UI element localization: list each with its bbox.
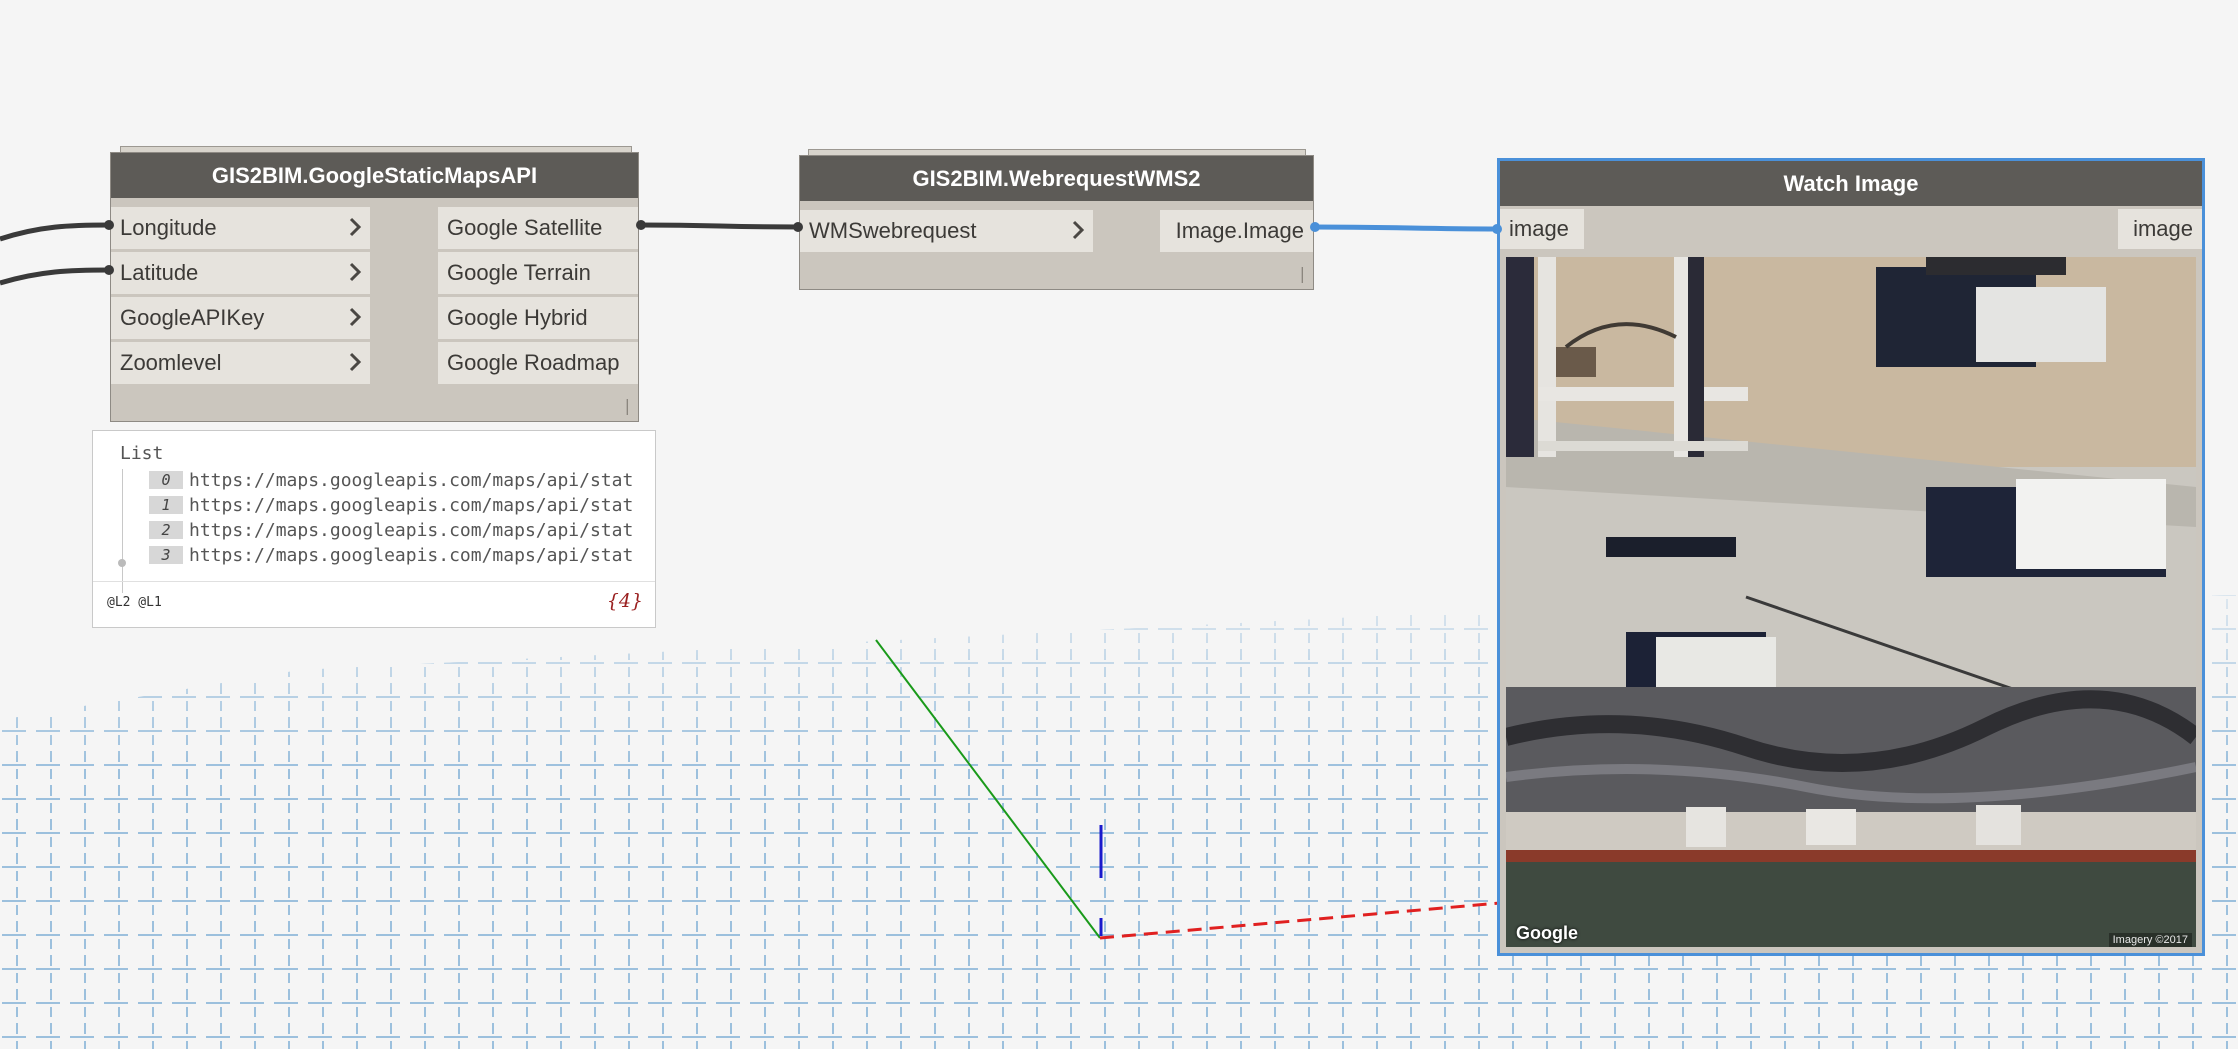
- port-label: Zoomlevel: [120, 350, 222, 375]
- port-dot-longitude: [104, 220, 114, 230]
- port-label: Image.Image: [1175, 218, 1304, 243]
- port-dot-image-out: [1310, 222, 1320, 232]
- output-port-image-image[interactable]: Image.Image: [1160, 210, 1313, 252]
- wire-latitude[interactable]: [0, 267, 111, 286]
- wire-satellite-to-wms[interactable]: [639, 222, 801, 230]
- node-state-indicator: |: [624, 396, 630, 415]
- input-port-image[interactable]: image: [1500, 209, 1584, 249]
- port-label: Google Roadmap: [447, 350, 620, 375]
- port-label: image: [1509, 216, 1569, 241]
- node-watch-image[interactable]: Watch Image image image Google Imagery ©…: [1497, 158, 2205, 956]
- node-state-indicator: |: [1299, 264, 1305, 283]
- input-port-googleapikey[interactable]: GoogleAPIKey: [111, 297, 370, 339]
- chevron-right-icon: [349, 307, 362, 327]
- port-label: GoogleAPIKey: [120, 305, 265, 330]
- list-value: https://maps.googleapis.com/maps/api/sta…: [189, 544, 634, 566]
- chevron-right-icon: [349, 217, 362, 237]
- list-tree-line: [122, 469, 123, 593]
- list-item: 3 https://maps.googleapis.com/maps/api/s…: [149, 543, 633, 567]
- input-port-latitude[interactable]: Latitude: [111, 252, 370, 294]
- list-index: 3: [149, 546, 183, 564]
- list-header: List: [120, 443, 164, 464]
- list-value: https://maps.googleapis.com/maps/api/sta…: [189, 469, 634, 491]
- list-index: 1: [149, 496, 183, 514]
- wire-longitude[interactable]: [0, 222, 111, 242]
- port-label: image: [2133, 216, 2193, 241]
- port-dot-satellite: [636, 220, 646, 230]
- port-label: Longitude: [120, 215, 217, 240]
- output-port-google-roadmap[interactable]: Google Roadmap: [438, 342, 638, 384]
- satellite-image: [1506, 257, 2196, 947]
- output-port-google-hybrid[interactable]: Google Hybrid: [438, 297, 638, 339]
- preview-divider: [93, 581, 655, 582]
- port-dot-watch-image: [1492, 224, 1502, 234]
- list-levels: @L2 @L1: [107, 595, 162, 610]
- node-webrequest-wms2[interactable]: GIS2BIM.WebrequestWMS2 WMSwebrequest Ima…: [799, 155, 1314, 290]
- chevron-right-icon: [1072, 220, 1085, 240]
- list-item: 2 https://maps.googleapis.com/maps/api/s…: [149, 518, 633, 542]
- list-index: 2: [149, 521, 183, 539]
- port-label: Latitude: [120, 260, 199, 285]
- imagery-credit: Imagery ©2017: [2108, 933, 2192, 947]
- output-port-google-terrain[interactable]: Google Terrain: [438, 252, 638, 294]
- port-label: WMSwebrequest: [809, 218, 977, 243]
- list-item: 0 https://maps.googleapis.com/maps/api/s…: [149, 468, 633, 492]
- node-google-static-maps[interactable]: GIS2BIM.GoogleStaticMapsAPI Longitude La…: [110, 152, 639, 422]
- google-watermark: Google: [1516, 923, 1578, 943]
- chevron-right-icon: [349, 262, 362, 282]
- output-port-google-satellite[interactable]: Google Satellite: [438, 207, 638, 249]
- node-output-preview[interactable]: List 0 https://maps.googleapis.com/maps/…: [92, 430, 656, 628]
- port-label: Google Hybrid: [447, 305, 588, 330]
- port-dot-latitude: [104, 265, 114, 275]
- list-tree-dot: [118, 559, 126, 567]
- node-title[interactable]: GIS2BIM.GoogleStaticMapsAPI: [111, 153, 638, 198]
- output-port-image[interactable]: image: [2118, 209, 2202, 249]
- node-title[interactable]: GIS2BIM.WebrequestWMS2: [800, 156, 1313, 201]
- port-dot-wmswebrequest: [793, 222, 803, 232]
- list-index: 0: [149, 471, 183, 489]
- list-count: {4}: [606, 590, 643, 612]
- node-title[interactable]: Watch Image: [1500, 161, 2202, 206]
- list-item: 1 https://maps.googleapis.com/maps/api/s…: [149, 493, 633, 517]
- wire-image-to-watch[interactable]: [1313, 224, 1501, 232]
- input-port-wmswebrequest[interactable]: WMSwebrequest: [800, 210, 1093, 252]
- list-value: https://maps.googleapis.com/maps/api/sta…: [189, 519, 634, 541]
- chevron-right-icon: [349, 352, 362, 372]
- port-label: Google Satellite: [447, 215, 603, 240]
- input-port-longitude[interactable]: Longitude: [111, 207, 370, 249]
- list-value: https://maps.googleapis.com/maps/api/sta…: [189, 494, 634, 516]
- port-label: Google Terrain: [447, 260, 591, 285]
- input-port-zoomlevel[interactable]: Zoomlevel: [111, 342, 370, 384]
